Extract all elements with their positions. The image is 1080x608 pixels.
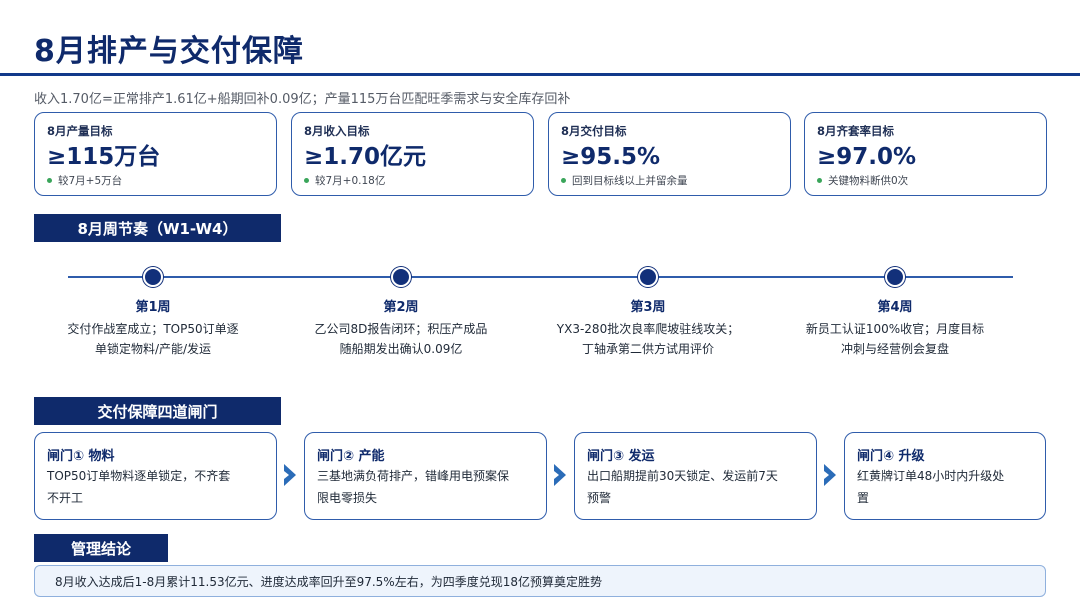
kpi-note-text: 较7月+5万台: [58, 175, 123, 187]
page-title: 8月排产与交付保障: [34, 34, 304, 69]
kpi-note: 关键物料断供0次: [817, 173, 1046, 188]
week-desc-line: 随船期发出确认0.09亿: [339, 342, 463, 356]
week-item: 第2周 乙公司8D报告闭环；积压产成品 随船期发出确认0.09亿: [296, 296, 506, 359]
conclusion-box: 8月收入达成后1-8月累计11.53亿元、进度达成率回升至97.5%左右，为四季…: [34, 565, 1046, 597]
section-label-gates: 交付保障四道闸门: [34, 397, 281, 425]
kpi-card-output: 8月产量目标 ≥115万台 较7月+5万台: [34, 112, 277, 196]
chevron-right-icon: [554, 464, 566, 486]
gate-desc-line: 红黄牌订单48小时内升级处: [857, 469, 1005, 483]
chevron-right-icon: [284, 464, 296, 486]
kpi-label: 8月收入目标: [304, 124, 370, 138]
kpi-label: 8月齐套率目标: [817, 124, 895, 138]
gate-card-material: 闸门① 物料 TOP50订单物料逐单锁定，不齐套 不开工: [34, 432, 277, 520]
week-item: 第1周 交付作战室成立；TOP50订单逐 单锁定物料/产能/发运: [48, 296, 258, 359]
timeline-dot: [391, 267, 411, 287]
week-desc-line: 单锁定物料/产能/发运: [94, 342, 212, 356]
week-title: 第3周: [630, 300, 666, 315]
kpi-card-kitting: 8月齐套率目标 ≥97.0% 关键物料断供0次: [804, 112, 1047, 196]
kpi-note: 较7月+0.18亿: [304, 173, 533, 188]
week-desc-line: 乙公司8D报告闭环；积压产成品: [314, 322, 488, 336]
conclusion-text: 8月收入达成后1-8月累计11.53亿元、进度达成率回升至97.5%左右，为四季…: [55, 574, 602, 589]
week-title: 第2周: [383, 300, 419, 315]
gate-desc-line: 出口船期提前30天锁定、发运前7天: [587, 469, 778, 483]
kpi-note-text: 关键物料断供0次: [828, 175, 909, 187]
gate-desc-line: 三基地满负荷排产，错峰用电预案保: [317, 469, 510, 483]
timeline-dot: [885, 267, 905, 287]
timeline-line: [68, 276, 1013, 278]
kpi-label: 8月产量目标: [47, 124, 113, 138]
gate-card-shipping: 闸门③ 发运 出口船期提前30天锁定、发运前7天 预警: [574, 432, 817, 520]
section-label-conclusion: 管理结论: [34, 534, 168, 562]
gate-card-capacity: 闸门② 产能 三基地满负荷排产，错峰用电预案保 限电零损失: [304, 432, 547, 520]
gate-desc-line: 预警: [587, 491, 612, 505]
week-item: 第3周 YX3-280批次良率爬坡驻线攻关； 丁轴承第二供方试用评价: [538, 296, 758, 359]
kpi-value: ≥97.0%: [817, 144, 917, 170]
gate-title: 闸门③ 发运: [587, 449, 655, 464]
gate-desc-line: TOP50订单物料逐单锁定，不齐套: [47, 469, 231, 483]
status-dot-icon: [817, 178, 822, 183]
gate-title: 闸门① 物料: [47, 449, 115, 464]
kpi-value: ≥115万台: [47, 144, 161, 170]
gate-title: 闸门② 产能: [317, 449, 385, 464]
timeline-dot: [638, 267, 658, 287]
kpi-note: 较7月+5万台: [47, 173, 276, 188]
gate-desc-line: 不开工: [47, 491, 84, 505]
status-dot-icon: [304, 178, 309, 183]
kpi-label: 8月交付目标: [561, 124, 627, 138]
kpi-card-revenue: 8月收入目标 ≥1.70亿元 较7月+0.18亿: [291, 112, 534, 196]
status-dot-icon: [47, 178, 52, 183]
status-dot-icon: [561, 178, 566, 183]
week-desc-line: 交付作战室成立；TOP50订单逐: [67, 322, 239, 336]
timeline-dot: [143, 267, 163, 287]
section-label-rhythm: 8月周节奏（W1-W4）: [34, 214, 281, 242]
chevron-right-icon: [824, 464, 836, 486]
kpi-value: ≥1.70亿元: [304, 144, 427, 170]
week-desc-line: 新员工认证100%收官；月度目标: [805, 322, 985, 336]
kpi-card-delivery: 8月交付目标 ≥95.5% 回到目标线以上并留余量: [548, 112, 791, 196]
gate-desc-line: 置: [857, 491, 870, 505]
week-item: 第4周 新员工认证100%收官；月度目标 冲刺与经营例会复盘: [790, 296, 1000, 359]
title-divider: [0, 73, 1080, 76]
gate-card-escalation: 闸门④ 升级 红黄牌订单48小时内升级处 置: [844, 432, 1046, 520]
kpi-note-text: 回到目标线以上并留余量: [572, 175, 688, 187]
week-desc-line: YX3-280批次良率爬坡驻线攻关；: [556, 322, 740, 336]
kpi-value: ≥95.5%: [561, 144, 661, 170]
week-desc-line: 冲刺与经营例会复盘: [840, 342, 949, 356]
gate-title: 闸门④ 升级: [857, 449, 925, 464]
kpi-note: 回到目标线以上并留余量: [561, 173, 790, 188]
week-desc-line: 丁轴承第二供方试用评价: [581, 342, 714, 356]
gate-desc-line: 限电零损失: [317, 491, 378, 505]
week-title: 第1周: [135, 300, 171, 315]
kpi-note-text: 较7月+0.18亿: [315, 175, 386, 187]
week-title: 第4周: [877, 300, 913, 315]
page-subtitle: 收入1.70亿=正常排产1.61亿+船期回补0.09亿；产量115万台匹配旺季需…: [34, 92, 571, 107]
